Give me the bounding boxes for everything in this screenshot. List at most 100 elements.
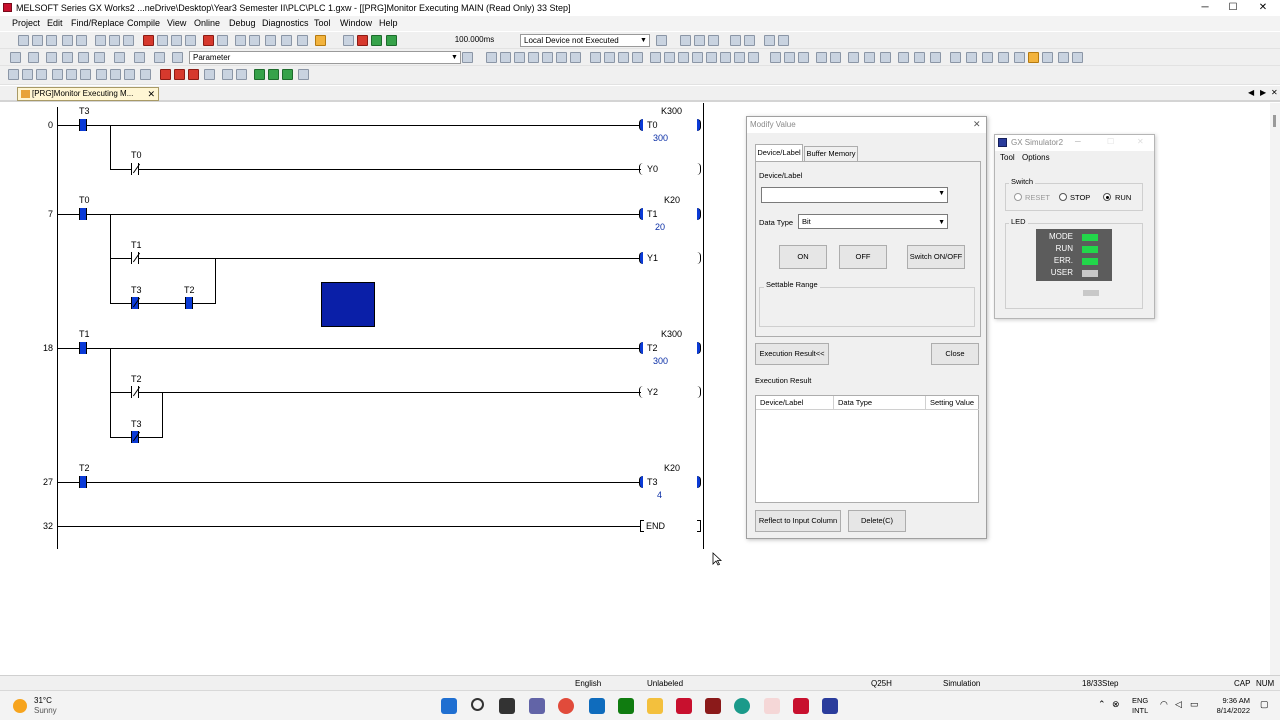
ladder-symbol-28-icon[interactable]: [898, 52, 909, 63]
ladder-symbol-36-icon[interactable]: [1028, 52, 1039, 63]
menu-view[interactable]: View: [167, 18, 186, 28]
ladder-tool-2-icon[interactable]: [22, 69, 33, 80]
run-radio[interactable]: [1103, 193, 1111, 201]
read-plc-icon[interactable]: [95, 35, 106, 46]
column-header-device[interactable]: Device/Label: [756, 396, 834, 410]
contact-t2[interactable]: [79, 476, 87, 488]
ladder-find-icon[interactable]: [730, 35, 741, 46]
ladder-symbol-29-icon[interactable]: [914, 52, 925, 63]
ladder-symbol-31-icon[interactable]: [950, 52, 961, 63]
ladder-tool-3-icon[interactable]: [36, 69, 47, 80]
column-header-data-type[interactable]: Data Type: [834, 396, 926, 410]
volume-icon[interactable]: ◁: [1175, 699, 1182, 710]
cut-icon[interactable]: [18, 35, 29, 46]
end-instruction[interactable]: END: [646, 521, 665, 531]
input-lang-1[interactable]: ENG: [1132, 696, 1148, 705]
ladder-symbol-17-icon[interactable]: [720, 52, 731, 63]
sun-icon[interactable]: [13, 699, 27, 713]
undo-icon[interactable]: [62, 35, 73, 46]
tab-prg-monitor[interactable]: [PRG]Monitor Executing M... ✕: [17, 87, 159, 101]
ladder-tool-10-icon[interactable]: [140, 69, 151, 80]
contact-t1[interactable]: [79, 342, 87, 354]
simulator-menu-tool[interactable]: Tool: [1000, 153, 1015, 162]
contact-t0[interactable]: [79, 208, 87, 220]
ladder-symbol-8-icon[interactable]: [590, 52, 601, 63]
ladder-tool-19-icon[interactable]: [282, 69, 293, 80]
data-type-select[interactable]: Bit ▼: [798, 214, 948, 229]
gx-simulator-taskbar-icon[interactable]: [822, 698, 838, 714]
ladder-zoom-icon[interactable]: [680, 35, 691, 46]
entry-icon[interactable]: [217, 35, 228, 46]
weather-desc[interactable]: Sunny: [34, 706, 57, 715]
acrobat-icon[interactable]: [676, 698, 692, 714]
ladder-cross-ref-icon[interactable]: [764, 35, 775, 46]
copy-icon[interactable]: [32, 35, 43, 46]
output-icon[interactable]: [62, 52, 73, 63]
sampling-icon[interactable]: [265, 35, 276, 46]
binoculars-icon[interactable]: [172, 52, 183, 63]
coil-t2[interactable]: [639, 342, 647, 354]
chrome-icon[interactable]: [558, 698, 574, 714]
ladder-symbol-10-icon[interactable]: [618, 52, 629, 63]
ladder-tool-9-icon[interactable]: [124, 69, 135, 80]
zoom-icon[interactable]: [1072, 52, 1083, 63]
xbox-icon[interactable]: [618, 698, 634, 714]
ladder-tool-20-icon[interactable]: [298, 69, 309, 80]
ladder-symbol-9-icon[interactable]: [604, 52, 615, 63]
input-lang-2[interactable]: INTL: [1132, 706, 1148, 715]
chevron-up-icon[interactable]: ⌃: [1098, 699, 1106, 710]
close-icon[interactable]: ✕: [1137, 137, 1144, 146]
run-step-icon[interactable]: [386, 35, 397, 46]
app-light-icon[interactable]: [764, 698, 780, 714]
coil-y2[interactable]: [639, 386, 647, 398]
ladder-tool-15-icon[interactable]: [222, 69, 233, 80]
contact-t0-nc[interactable]: [131, 163, 141, 175]
modify-icon[interactable]: [297, 35, 308, 46]
ladder-symbol-13-icon[interactable]: [664, 52, 675, 63]
ladder-symbol-3-icon[interactable]: [514, 52, 525, 63]
ladder-symbol-35-icon[interactable]: [1014, 52, 1025, 63]
execution-result-table[interactable]: Device/Label Data Type Setting Value: [755, 395, 979, 503]
parameter-combo[interactable]: Parameter ▼: [189, 51, 461, 64]
contact-t2-nc[interactable]: [131, 386, 141, 398]
ladder-symbol-19-icon[interactable]: [748, 52, 759, 63]
contact-t3-nc[interactable]: [131, 297, 141, 309]
ladder-symbol-37-icon[interactable]: [1042, 52, 1053, 63]
device-batch-icon[interactable]: [203, 35, 214, 46]
simulator-menu-options[interactable]: Options: [1022, 153, 1050, 162]
menu-diagnostics[interactable]: Diagnostics: [262, 18, 309, 28]
ladder-symbol-11-icon[interactable]: [632, 52, 643, 63]
ladder-device-icon[interactable]: [778, 35, 789, 46]
stop-radio[interactable]: [1059, 193, 1067, 201]
contact-t3-nc[interactable]: [131, 431, 141, 443]
ladder-symbol-27-icon[interactable]: [880, 52, 891, 63]
weather-temp[interactable]: 31°C: [34, 696, 52, 705]
element-list-icon[interactable]: [46, 52, 57, 63]
run-icon[interactable]: [371, 35, 382, 46]
contact-t1-nc[interactable]: [131, 252, 141, 264]
close-icon[interactable]: ✕: [973, 119, 981, 130]
menu-compile[interactable]: Compile: [127, 18, 160, 28]
ladder-tool-6-icon[interactable]: [80, 69, 91, 80]
ladder-symbol-20-icon[interactable]: [770, 52, 781, 63]
column-header-setting-value[interactable]: Setting Value: [926, 396, 979, 410]
network-icon[interactable]: ⊗: [1112, 699, 1120, 710]
redo-icon[interactable]: [76, 35, 87, 46]
gx-works-taskbar-icon[interactable]: [793, 698, 809, 714]
ladder-tool-5-icon[interactable]: [66, 69, 77, 80]
reset-radio[interactable]: [1014, 193, 1022, 201]
tab-scroll-right-icon[interactable]: ▶: [1260, 88, 1266, 97]
ladder-symbol-4-icon[interactable]: [528, 52, 539, 63]
cross-ref-icon[interactable]: [78, 52, 89, 63]
ladder-symbol-5-icon[interactable]: [542, 52, 553, 63]
chevron-down-icon[interactable]: ▼: [639, 36, 648, 45]
ladder-tool-7-icon[interactable]: [96, 69, 107, 80]
settings-icon[interactable]: [154, 52, 165, 63]
paste-icon[interactable]: [46, 35, 57, 46]
write-plc-icon[interactable]: [109, 35, 120, 46]
coil-t1[interactable]: [639, 208, 647, 220]
coil-t3[interactable]: [639, 476, 647, 488]
ladder-symbol-25-icon[interactable]: [848, 52, 859, 63]
edge-icon[interactable]: [734, 698, 750, 714]
ladder-tool-18-icon[interactable]: [268, 69, 279, 80]
